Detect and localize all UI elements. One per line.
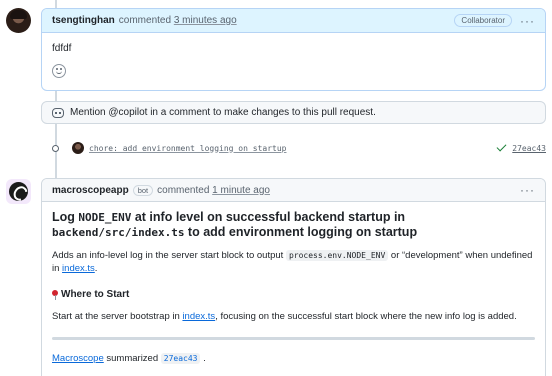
title-code: backend/src/index.ts	[52, 226, 185, 239]
comment-author[interactable]: tsengtinghan	[52, 15, 115, 26]
title-text: at info level on successful backend star…	[131, 210, 406, 224]
commit-message[interactable]: chore: add environment logging on startu…	[89, 144, 286, 153]
summary-text: summarized	[103, 353, 161, 364]
kebab-menu-icon[interactable]: ···	[520, 15, 535, 27]
commit-author-avatar[interactable]	[72, 142, 84, 154]
avatar[interactable]	[6, 8, 31, 33]
comment-body: fdfdf	[42, 33, 545, 88]
commit-row: chore: add environment logging on startu…	[41, 140, 546, 156]
paragraph-text: .	[94, 263, 98, 274]
bot-avatar[interactable]	[6, 179, 31, 204]
pushpin-icon	[52, 289, 58, 300]
comment-author[interactable]: macroscopeapp	[52, 185, 129, 196]
comment-header: macroscopeapp bot commented 1 minute ago…	[42, 179, 545, 202]
file-link[interactable]: index.ts	[182, 311, 215, 322]
summary-paragraph: Adds an info-level log in the server sta…	[52, 249, 535, 275]
comment-body: Log NODE_ENV at info level on successful…	[42, 202, 545, 372]
commit-sha-link[interactable]: 27eac43	[160, 353, 201, 364]
inline-code: process.env.NODE_ENV	[285, 250, 389, 261]
collaborator-badge: Collaborator	[454, 14, 512, 27]
heading-text: Where to Start	[61, 289, 130, 300]
comment-card: tsengtinghan commented 3 minutes ago Col…	[41, 8, 546, 91]
where-to-start-heading: Where to Start	[52, 289, 535, 300]
paragraph-text: Start at the server bootstrap in	[52, 311, 183, 322]
copilot-tip: Mention @copilot in a comment to make ch…	[41, 101, 546, 124]
comment-action: commented	[118, 15, 172, 26]
paragraph-text: , focusing on the successful start block…	[215, 311, 517, 322]
summary-text: .	[200, 353, 206, 364]
title-text: Log	[52, 210, 79, 224]
commit-status: 27eac43	[496, 141, 546, 153]
paragraph-text: Adds an info-level log in the server sta…	[52, 250, 286, 261]
start-paragraph: Start at the server bootstrap in index.t…	[52, 310, 535, 323]
check-icon	[496, 141, 507, 152]
comment-timestamp[interactable]: 3 minutes ago	[174, 15, 237, 26]
macroscope-link[interactable]: Macroscope	[52, 353, 104, 364]
copilot-tip-text: Mention @copilot in a comment to make ch…	[70, 107, 376, 118]
copilot-icon	[52, 107, 64, 118]
divider	[52, 337, 535, 340]
bot-comment-card: macroscopeapp bot commented 1 minute ago…	[41, 178, 546, 376]
commit-sha[interactable]: 27eac43	[512, 144, 546, 153]
comment-timestamp[interactable]: 1 minute ago	[212, 185, 270, 196]
comment-action: commented	[157, 184, 210, 196]
file-link[interactable]: index.ts	[62, 263, 95, 274]
macroscope-logo-icon	[9, 182, 28, 201]
comment-meta: commented 1 minute ago	[157, 185, 270, 196]
title-code: NODE_ENV	[78, 211, 132, 224]
comment-header: tsengtinghan commented 3 minutes ago Col…	[42, 9, 545, 33]
kebab-menu-icon[interactable]: ···	[520, 184, 535, 196]
smiley-icon[interactable]	[52, 64, 66, 78]
summary-footer: Macroscope summarized 27eac43 .	[52, 353, 535, 364]
bot-badge: bot	[132, 184, 154, 196]
summary-title: Log NODE_ENV at info level on successful…	[52, 210, 535, 240]
commit-icon	[48, 144, 62, 152]
comment-text: fdfdf	[52, 43, 72, 54]
title-text: to add environment logging on startup	[184, 225, 418, 239]
comment-meta: commented 3 minutes ago	[119, 15, 237, 26]
